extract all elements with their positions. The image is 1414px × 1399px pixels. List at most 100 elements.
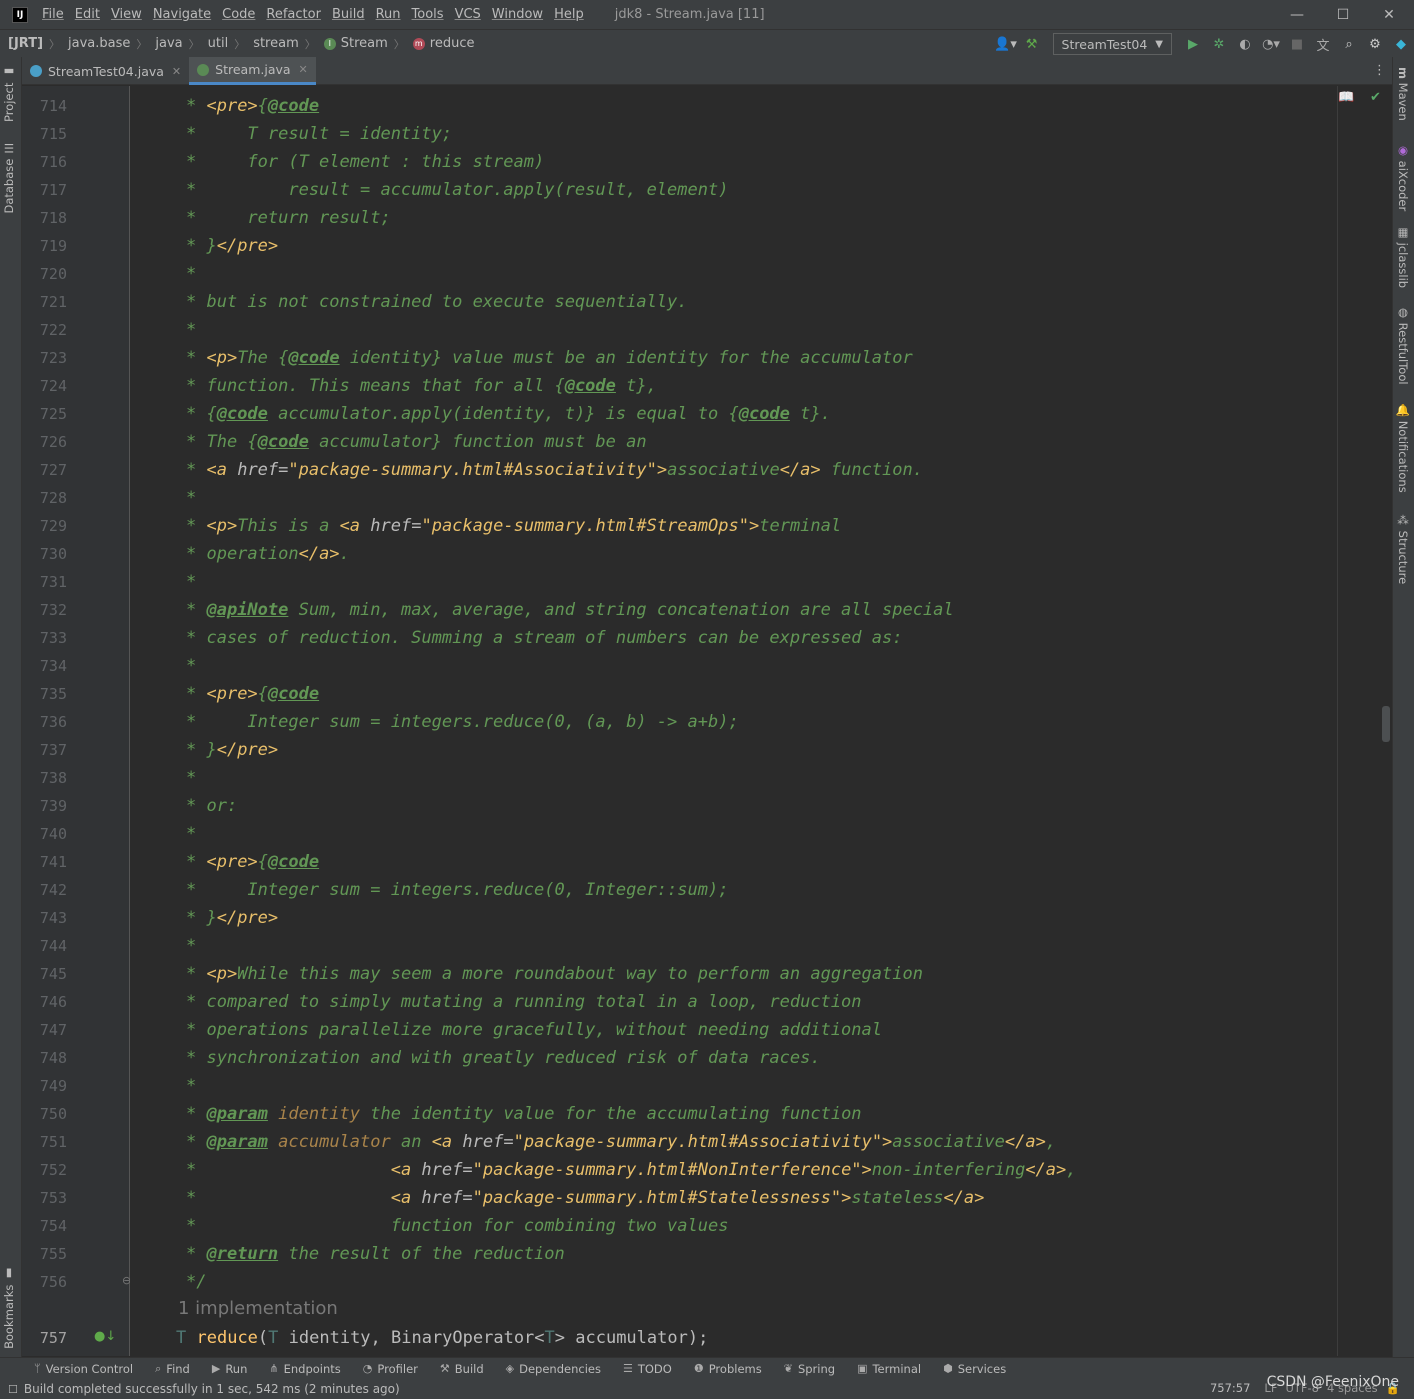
- restfultool-tool-tab[interactable]: ◍ RestfulTool: [1396, 305, 1410, 385]
- implemented-marker-icon[interactable]: ●↓: [94, 1329, 116, 1344]
- line-number[interactable]: 717: [22, 176, 67, 204]
- line-number[interactable]: 755: [22, 1240, 67, 1268]
- build-hammer-icon[interactable]: ⚒: [1020, 33, 1044, 55]
- line-number[interactable]: 715: [22, 120, 67, 148]
- run-icon[interactable]: ▶: [1181, 33, 1205, 55]
- todo-tool-button[interactable]: ☰ TODO: [623, 1362, 672, 1376]
- breadcrumb-java-base[interactable]: java.base 〉: [60, 36, 147, 52]
- line-number[interactable]: 754: [22, 1212, 67, 1240]
- menu-window[interactable]: Window: [492, 7, 543, 22]
- line-number[interactable]: 716: [22, 148, 67, 176]
- line-number[interactable]: 727: [22, 456, 67, 484]
- line-number[interactable]: 726: [22, 428, 67, 456]
- close-tab-icon[interactable]: ✕: [172, 65, 181, 78]
- tab-streamtest04[interactable]: StreamTest04.java ✕: [22, 57, 189, 85]
- translate-icon[interactable]: 文: [1311, 33, 1335, 55]
- line-number[interactable]: 724: [22, 372, 67, 400]
- run-tool-button[interactable]: ▶ Run: [212, 1362, 248, 1376]
- line-number[interactable]: 721: [22, 288, 67, 316]
- plugin-icon[interactable]: ◆: [1389, 33, 1413, 55]
- menu-navigate[interactable]: Navigate: [153, 7, 211, 22]
- line-number[interactable]: 746: [22, 988, 67, 1016]
- line-number[interactable]: 751: [22, 1128, 67, 1156]
- line-number[interactable]: 732: [22, 596, 67, 624]
- line-number[interactable]: 743: [22, 904, 67, 932]
- vertical-scrollbar[interactable]: [1382, 706, 1390, 742]
- line-number[interactable]: 719: [22, 232, 67, 260]
- line-number[interactable]: 739: [22, 792, 67, 820]
- spring-tool-button[interactable]: ❦ Spring: [784, 1362, 835, 1376]
- line-number[interactable]: 735: [22, 680, 67, 708]
- find-tool-button[interactable]: ⌕ Find: [155, 1362, 190, 1376]
- jclasslib-tool-tab[interactable]: ▦ jclasslib: [1396, 225, 1410, 288]
- breadcrumb-java[interactable]: java 〉: [147, 36, 199, 52]
- gear-icon[interactable]: ⚙: [1363, 33, 1387, 55]
- close-button[interactable]: ✕: [1366, 0, 1412, 29]
- line-number[interactable]: 745: [22, 960, 67, 988]
- reader-mode-icon[interactable]: 📖: [1338, 90, 1354, 105]
- line-number[interactable]: 720: [22, 260, 67, 288]
- menu-file[interactable]: File: [42, 7, 64, 22]
- line-number[interactable]: 744: [22, 932, 67, 960]
- line-number[interactable]: 748: [22, 1044, 67, 1072]
- problems-tool-button[interactable]: ❶ Problems: [694, 1362, 762, 1376]
- menu-refactor[interactable]: Refactor: [266, 7, 321, 22]
- tab-stream-java[interactable]: Stream.java ✕: [189, 57, 316, 85]
- project-tool-tab[interactable]: Project ▬: [2, 65, 16, 122]
- more-options-icon[interactable]: ⋮: [1373, 63, 1386, 78]
- menu-run[interactable]: Run: [376, 7, 401, 22]
- line-number[interactable]: 714: [22, 92, 67, 120]
- status-message[interactable]: Build completed successfully in 1 sec, 5…: [24, 1382, 400, 1396]
- close-tab-icon[interactable]: ✕: [299, 63, 308, 76]
- bookmarks-tool-tab[interactable]: Bookmarks ▮: [2, 1267, 16, 1349]
- minimize-button[interactable]: —: [1274, 0, 1320, 29]
- status-square-icon[interactable]: ☐: [8, 1383, 18, 1396]
- line-number[interactable]: 757: [22, 1324, 67, 1352]
- dependencies-tool-button[interactable]: ◈ Dependencies: [506, 1362, 601, 1376]
- notifications-tool-tab[interactable]: 🔔 Notifications: [1396, 403, 1410, 493]
- intellij-logo-icon[interactable]: IJ: [12, 6, 28, 23]
- structure-tool-tab[interactable]: ⁂ Structure: [1396, 513, 1410, 584]
- line-number[interactable]: 729: [22, 512, 67, 540]
- line-number[interactable]: 747: [22, 1016, 67, 1044]
- line-number[interactable]: 738: [22, 764, 67, 792]
- implementations-inlay-hint[interactable]: 1 implementation: [178, 1298, 338, 1319]
- breadcrumb-stream-interface[interactable]: I Stream 〉: [316, 36, 405, 52]
- line-number[interactable]: 733: [22, 624, 67, 652]
- profiler-tool-button[interactable]: ◔ Profiler: [363, 1362, 418, 1376]
- line-number[interactable]: 723: [22, 344, 67, 372]
- line-number[interactable]: 741: [22, 848, 67, 876]
- breadcrumb-stream-package[interactable]: stream 〉: [245, 36, 316, 52]
- menu-tools[interactable]: Tools: [412, 7, 444, 22]
- aixcoder-tool-tab[interactable]: ◉ aiXcoder: [1396, 143, 1410, 211]
- services-tool-button[interactable]: ⬢ Services: [943, 1362, 1006, 1376]
- breadcrumb-reduce-method[interactable]: m reduce: [405, 36, 475, 51]
- line-number[interactable]: 736: [22, 708, 67, 736]
- menu-vcs[interactable]: VCS: [455, 7, 481, 22]
- user-icon[interactable]: 👤▾: [994, 33, 1018, 55]
- breadcrumb-util[interactable]: util 〉: [200, 36, 246, 52]
- coverage-icon[interactable]: ◐: [1233, 33, 1257, 55]
- maven-tool-tab[interactable]: m Maven: [1396, 67, 1410, 121]
- line-number[interactable]: 734: [22, 652, 67, 680]
- line-number[interactable]: 725: [22, 400, 67, 428]
- version-control-tool-button[interactable]: ᛘ Version Control: [34, 1362, 133, 1376]
- line-number[interactable]: 749: [22, 1072, 67, 1100]
- line-number[interactable]: 740: [22, 820, 67, 848]
- profile-icon[interactable]: ◔▾: [1259, 33, 1283, 55]
- debug-icon[interactable]: ✲: [1207, 33, 1231, 55]
- line-number[interactable]: 753: [22, 1184, 67, 1212]
- maximize-button[interactable]: ☐: [1320, 0, 1366, 29]
- line-number[interactable]: 731: [22, 568, 67, 596]
- line-number[interactable]: 737: [22, 736, 67, 764]
- stop-icon[interactable]: ■: [1285, 33, 1309, 55]
- line-number[interactable]: 750: [22, 1100, 67, 1128]
- breadcrumb-jrt[interactable]: [JRT] 〉: [0, 36, 60, 52]
- terminal-tool-button[interactable]: ▣ Terminal: [857, 1362, 921, 1376]
- line-number[interactable]: 718: [22, 204, 67, 232]
- code-editor[interactable]: 📖 ✔ * <pre>{@code * T result = identity;…: [130, 86, 1392, 1356]
- run-configuration-select[interactable]: StreamTest04 ▼: [1052, 33, 1172, 55]
- database-tool-tab[interactable]: Database ☰: [2, 141, 16, 214]
- menu-edit[interactable]: Edit: [75, 7, 100, 22]
- line-number[interactable]: 742: [22, 876, 67, 904]
